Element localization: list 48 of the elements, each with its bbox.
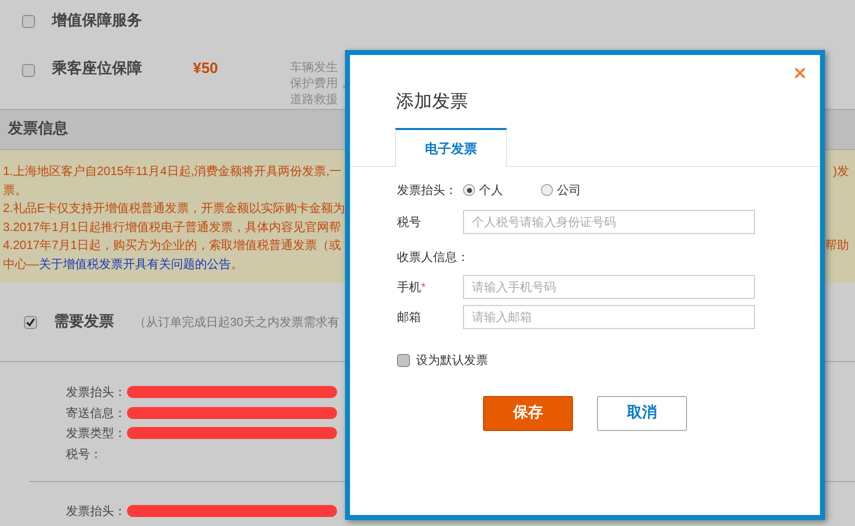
need-invoice-label: 需要发票 <box>54 312 114 332</box>
service-label: 增值保障服务 <box>52 10 142 31</box>
checkbox[interactable] <box>24 316 37 328</box>
notice-text: 。 <box>231 256 243 272</box>
field-label: 邮箱 <box>397 309 421 326</box>
input-field[interactable]: 请输入邮箱 <box>463 305 755 329</box>
tax-number-field[interactable]: 个人税号请输入身份证号码 <box>463 210 755 234</box>
notice-text: 2.礼品E卡仅支持开增值税普通发票，开票金额以实际购卡金额为 <box>3 200 346 217</box>
field-label: 税号 <box>397 214 422 231</box>
checkbox[interactable] <box>397 354 410 366</box>
detail-label: 发票类型： <box>66 425 126 442</box>
notice-text: 中心— <box>3 256 39 272</box>
service-description: 道路救援 <box>290 91 339 107</box>
radio-label: 公司 <box>557 182 581 199</box>
checkbox-label: 设为默认发票 <box>416 352 488 369</box>
service-label: 乘客座位保障 <box>52 59 143 79</box>
detail-label: 发票抬头： <box>66 503 126 520</box>
field-label: 手机 <box>397 279 421 296</box>
service-description: 保护费用， <box>290 75 350 91</box>
detail-label: 寄送信息： <box>66 404 126 422</box>
price: ¥50 <box>193 59 220 79</box>
dialog-title: 添加发票 <box>396 91 468 111</box>
radio-label: 个人 <box>479 182 503 199</box>
checkbox[interactable] <box>22 14 35 28</box>
notice-text: 3.2017年1月1日起推行增值税电子普通发票，具体内容见官网帮 <box>3 218 342 236</box>
cancel-button[interactable]: 取消 <box>597 396 687 431</box>
recipient-heading: 收票人信息： <box>397 249 469 266</box>
required-mark: * <box>421 279 426 296</box>
notice-text: 1.上海地区客户自2015年11月4日起,消费金额将开具两份发票,一 <box>3 163 342 180</box>
save-button[interactable]: 保存 <box>483 396 573 431</box>
tab[interactable]: 电子发票 <box>395 128 507 167</box>
notice-text: 帮助 <box>825 237 849 254</box>
close-icon[interactable] <box>792 65 808 81</box>
radio-button[interactable] <box>541 184 553 196</box>
notice-text: 票。 <box>3 182 27 198</box>
need-invoice-note: （从订单完成日起30天之内发票需求有 <box>134 314 340 331</box>
service-description: 车辆发生 <box>290 59 339 75</box>
field-label: 发票抬头： <box>397 182 458 199</box>
checkmark-icon <box>26 318 35 326</box>
detail-label: 税号： <box>66 446 102 463</box>
notice-text: 4.2017年7月1日起，购买方为企业的，索取增值税普通发票（或 <box>3 237 342 254</box>
checkbox[interactable] <box>22 64 35 77</box>
section-title: 发票信息 <box>8 119 68 140</box>
notice-link[interactable]: 关于增值税发票开具有关问题的公告 <box>39 254 231 273</box>
detail-label: 发票抬头： <box>66 384 126 402</box>
notice-text: )发 <box>833 163 849 180</box>
radio-button[interactable] <box>463 184 475 196</box>
input-field[interactable]: 请输入手机号码 <box>463 275 755 299</box>
